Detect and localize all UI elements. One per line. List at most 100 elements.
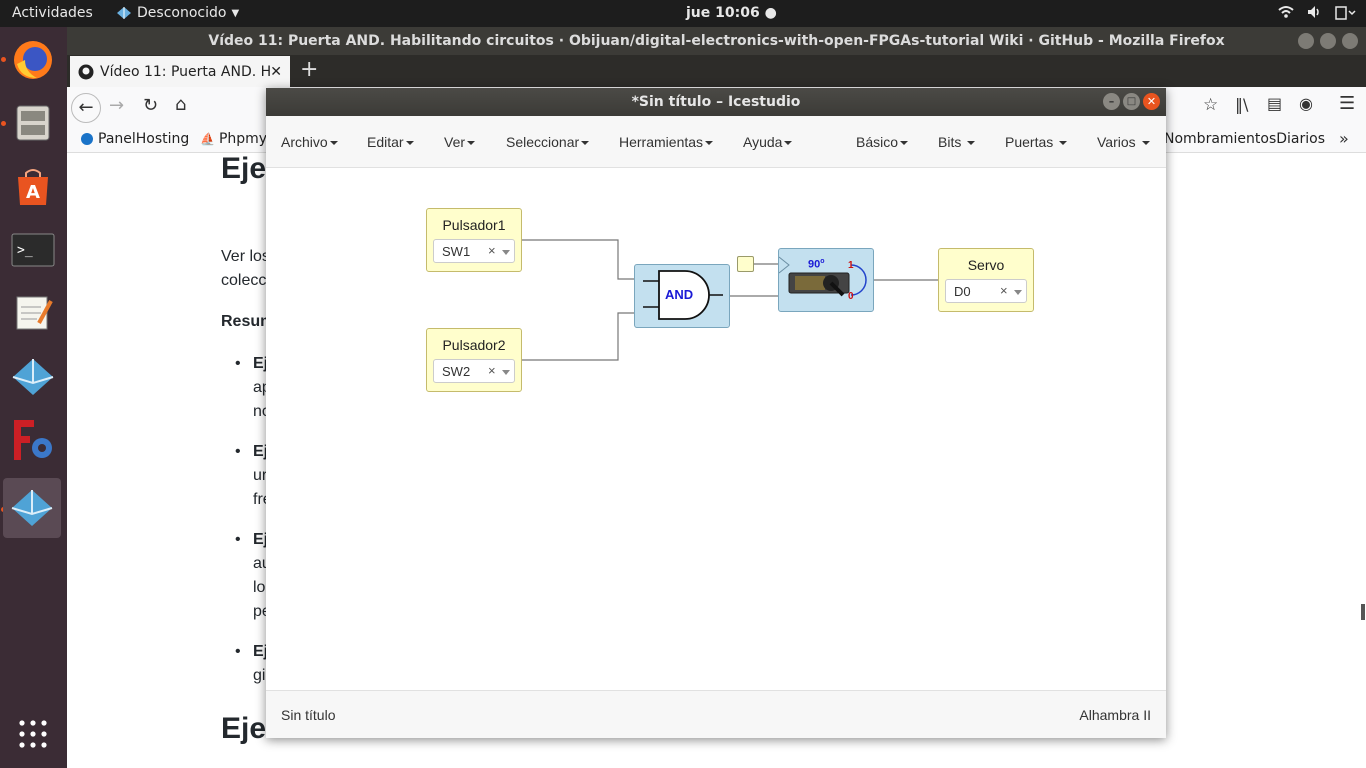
file-cabinet-icon <box>16 105 50 141</box>
maximize-icon[interactable] <box>1320 33 1336 49</box>
forward-button[interactable]: → <box>109 95 124 116</box>
pin-select[interactable]: SW1 × <box>433 239 515 263</box>
notepad-icon <box>16 296 53 330</box>
caret-down-icon <box>967 141 976 146</box>
close-icon[interactable]: ✕ <box>1143 93 1160 110</box>
icestudio-active-launcher[interactable] <box>3 478 61 538</box>
back-button[interactable]: ← <box>71 93 101 123</box>
dropdown-arrow-icon[interactable] <box>502 250 510 255</box>
menu-herramientas[interactable]: Herramientas <box>619 134 714 150</box>
status-file-name: Sin título <box>281 707 336 723</box>
scrollbar-thumb[interactable] <box>1361 604 1365 620</box>
icestudio-icon <box>12 359 54 395</box>
menu-bits[interactable]: Bits <box>938 134 976 150</box>
and-gate-block[interactable]: AND <box>634 264 730 328</box>
menu-basico[interactable]: Básico <box>856 134 909 150</box>
sidebar-icon[interactable]: ▤ <box>1267 94 1282 113</box>
pin-select[interactable]: D0 × <box>945 279 1027 303</box>
pin-select[interactable]: SW2 × <box>433 359 515 383</box>
output-block-servo[interactable]: Servo D0 × <box>938 248 1034 312</box>
bullet-icon: • <box>235 355 241 372</box>
menu-icon[interactable]: ☰ <box>1339 93 1355 114</box>
home-icon[interactable]: ⌂ <box>175 94 186 115</box>
caret-down-icon <box>581 141 590 146</box>
dropdown-arrow-icon[interactable] <box>1014 290 1022 295</box>
input-block-pulsador2[interactable]: Pulsador2 SW2 × <box>426 328 522 392</box>
menu-archivo-label: Archivo <box>281 134 328 150</box>
menu-puertas[interactable]: Puertas <box>1005 134 1068 150</box>
menu-varios[interactable]: Varios <box>1097 134 1150 150</box>
icestudio-launcher[interactable] <box>6 350 60 404</box>
files-launcher[interactable] <box>6 96 60 150</box>
more-bookmarks-icon[interactable]: » <box>1339 129 1349 148</box>
chevron-down-icon: ▼ <box>231 7 240 19</box>
power-icon <box>1335 6 1356 20</box>
wire <box>521 239 634 280</box>
wires-layer <box>521 239 938 361</box>
input-block-pulsador1[interactable]: Pulsador1 SW1 × <box>426 208 522 272</box>
menu-ver[interactable]: Ver <box>444 134 476 150</box>
reload-button[interactable]: ↻ <box>143 95 158 116</box>
menu-seleccionar-label: Seleccionar <box>506 134 580 150</box>
bookmark-favicon <box>81 133 93 145</box>
menu-varios-label: Varios <box>1097 134 1136 150</box>
servo-module-block[interactable]: 90o 1 0 <box>778 248 874 312</box>
text-editor-launcher[interactable] <box>6 286 60 340</box>
dropdown-arrow-icon[interactable] <box>502 370 510 375</box>
pin-value: SW2 <box>442 364 471 379</box>
bookmark-item[interactable]: ⛵ Phpmy <box>200 131 267 147</box>
network-menu[interactable]: Desconocido ▼ <box>116 5 239 21</box>
close-tab-icon[interactable]: ✕ <box>270 64 282 80</box>
show-applications-button[interactable] <box>6 707 60 761</box>
fpga-tools-launcher[interactable] <box>6 414 60 468</box>
caret-down-icon <box>900 141 909 146</box>
icestudio-window-controls: – □ ✕ <box>1103 93 1160 110</box>
close-icon[interactable] <box>1342 33 1358 49</box>
servo-angle-value: 90 <box>808 258 821 271</box>
f-gear-icon <box>14 420 52 460</box>
menu-seleccionar[interactable]: Seleccionar <box>506 134 590 150</box>
menu-archivo[interactable]: Archivo <box>281 134 338 150</box>
clear-icon[interactable]: × <box>1000 283 1008 298</box>
circuit-canvas[interactable]: Pulsador1 SW1 × Pulsador2 SW2 × AND 90o … <box>266 168 1166 690</box>
menu-ayuda[interactable]: Ayuda <box>743 134 793 150</box>
account-icon[interactable]: ◉ <box>1299 94 1313 113</box>
bookmark-item[interactable]: PanelHosting <box>81 131 189 147</box>
bullet-icon: • <box>235 443 241 460</box>
bookmark-star-icon[interactable]: ☆ <box>1203 95 1218 115</box>
library-icon[interactable]: ‖\ <box>1235 95 1248 114</box>
clock[interactable]: jue 10:06 ● <box>686 5 777 21</box>
parameter-input-square[interactable] <box>737 256 754 272</box>
caret-down-icon <box>405 141 414 146</box>
icestudio-window: *Sin título – Icestudio – □ ✕ Archivo Ed… <box>266 88 1166 738</box>
menu-editar-label: Editar <box>367 134 404 150</box>
maximize-icon[interactable]: □ <box>1123 93 1140 110</box>
clear-icon[interactable]: × <box>488 363 496 378</box>
minimize-icon[interactable]: – <box>1103 93 1120 110</box>
bookmark-label: Phpmy <box>218 131 268 147</box>
activities-button[interactable]: Actividades <box>12 5 93 21</box>
status-board[interactable]: Alhambra II <box>1079 707 1151 723</box>
menu-editar[interactable]: Editar <box>367 134 414 150</box>
bullet-icon: • <box>235 531 241 548</box>
clear-icon[interactable]: × <box>488 243 496 258</box>
list-item-text: lo <box>253 579 266 596</box>
system-tray[interactable] <box>1278 4 1356 20</box>
terminal-launcher[interactable]: >_ <box>6 223 60 277</box>
launcher-dock: A >_ <box>0 27 67 768</box>
status-bar: Sin título Alhambra II <box>266 690 1166 738</box>
top-panel: Actividades Desconocido ▼ jue 10:06 ● <box>0 0 1366 27</box>
icestudio-menubar: Archivo Editar Ver Seleccionar Herramien… <box>266 116 1166 168</box>
browser-tab[interactable]: Vídeo 11: Puerta AND. H ✕ <box>70 56 290 87</box>
bookmark-item[interactable]: NombramientosDiarios <box>1164 131 1325 147</box>
firefox-launcher[interactable] <box>6 33 60 87</box>
network-label: Desconocido <box>137 5 227 21</box>
minimize-icon[interactable] <box>1298 33 1314 49</box>
servo-zero-label: 0 <box>848 291 854 302</box>
wifi-icon <box>1278 6 1294 18</box>
menu-basico-label: Básico <box>856 134 899 150</box>
app-grid-icon <box>19 720 47 748</box>
new-tab-button[interactable]: + <box>300 57 318 82</box>
caret-down-icon <box>705 141 714 146</box>
software-launcher[interactable]: A <box>6 159 60 213</box>
